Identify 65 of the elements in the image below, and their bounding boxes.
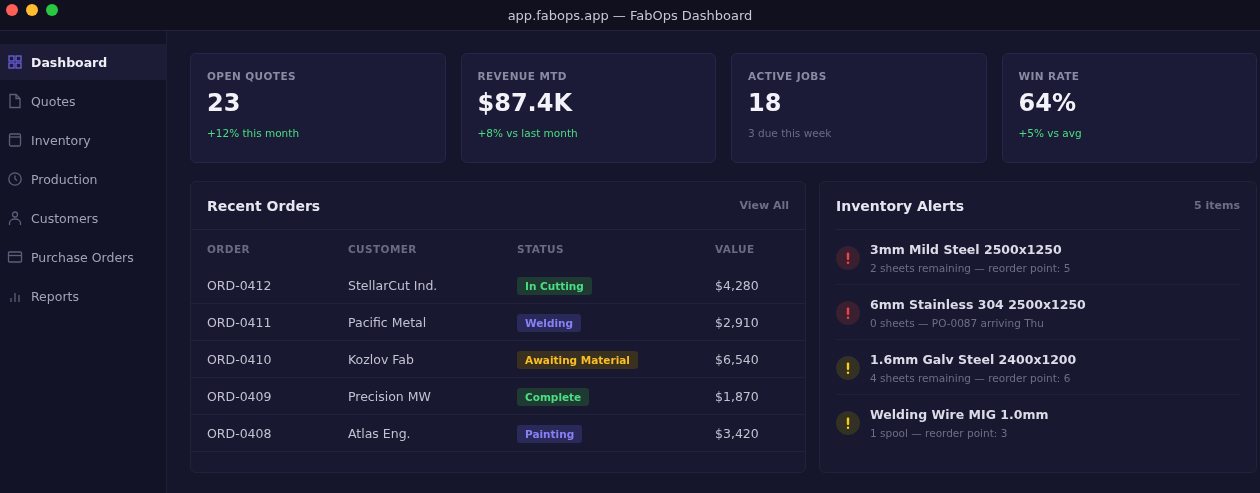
status-badge: In Cutting [517,276,592,295]
alert-detail: 2 sheets remaining — reorder point: 5 [870,262,1071,274]
table-cell: Atlas Eng. [348,425,411,441]
panel-title: Inventory Alerts [836,197,965,214]
alert-detail: 0 sheets — PO-0087 arriving Thu [870,317,1045,329]
stat-note: +8% vs last month [477,127,579,139]
person-icon [7,210,23,226]
status-badge: Awaiting Material [517,350,638,369]
window-title: app.fabops.app — FabOps Dashboard [507,7,753,23]
table-cell: Kozlov Fab [348,351,414,367]
alert-title: 3mm Mild Steel 2500x1250 [870,242,1063,257]
stat-label: ACTIVE JOBS [748,70,828,82]
alert-detail: 1 spool — reorder point: 3 [870,427,1009,439]
stat-note: +12% this month [207,127,301,139]
table-cell: StellarCut Ind. [348,277,438,293]
table-cell: ORD-0411 [207,314,272,330]
table-cell: ORD-0410 [207,351,272,367]
view-all-link[interactable]: View All [739,199,789,212]
item-count: 5 items [1194,199,1240,212]
column-header: CUSTOMER [347,241,418,257]
column-header: STATUS [516,241,565,257]
alert-title: 1.6mm Galv Steel 2400x1200 [870,352,1077,367]
status-badge: Painting [517,424,583,443]
sidebar-item[interactable]: Purchase Orders [0,239,166,275]
alert-title: 6mm Stainless 304 2500x1250 [870,297,1086,312]
column-header: ORDER [206,241,251,257]
stat-label: OPEN QUOTES [207,70,297,82]
stat-label: WIN RATE [1018,70,1081,82]
table-cell: $1,870 [715,388,759,404]
stat-value: $87.4K [477,89,574,117]
sidebar-item[interactable]: Inventory [0,122,166,158]
sidebar-item[interactable]: Quotes [0,83,166,119]
grid-icon [7,54,23,70]
table-cell: Pacific Metal [348,314,427,330]
clock-icon [7,171,23,187]
stat-note: +5% vs avg [1018,127,1083,139]
card-icon [7,249,23,265]
status-badge: Complete [517,387,590,406]
table-cell: $4,280 [715,277,759,293]
alert-title: Welding Wire MIG 1.0mm [870,407,1049,422]
alert-detail: 4 sheets remaining — reorder point: 6 [870,372,1072,384]
table-cell: $2,910 [715,314,759,330]
panel-title: Recent Orders [207,197,321,214]
table-cell: $6,540 [715,351,759,367]
minimize-button[interactable] [26,4,38,16]
table-cell: Precision MW [348,388,431,404]
stat-value: 64% [1018,89,1077,117]
stat-value: 23 [207,89,242,117]
status-badge: Welding [517,313,582,332]
box-icon [7,132,23,148]
sidebar-item[interactable]: Dashboard [0,44,166,80]
sidebar-item[interactable]: Customers [0,200,166,236]
document-icon [7,93,23,109]
sidebar-item[interactable]: Production [0,161,166,197]
stat-note: 3 due this week [748,127,833,139]
close-button[interactable] [6,4,18,16]
sidebar-item[interactable]: Reports [0,278,166,314]
stat-value: 18 [748,89,783,117]
table-cell: ORD-0409 [207,388,272,404]
stat-label: REVENUE MTD [477,70,568,82]
table-cell: ORD-0412 [207,277,272,293]
table-cell: ORD-0408 [207,425,272,441]
column-header: VALUE [714,241,756,257]
zoom-button[interactable] [46,4,58,16]
table-cell: $3,420 [715,425,759,441]
